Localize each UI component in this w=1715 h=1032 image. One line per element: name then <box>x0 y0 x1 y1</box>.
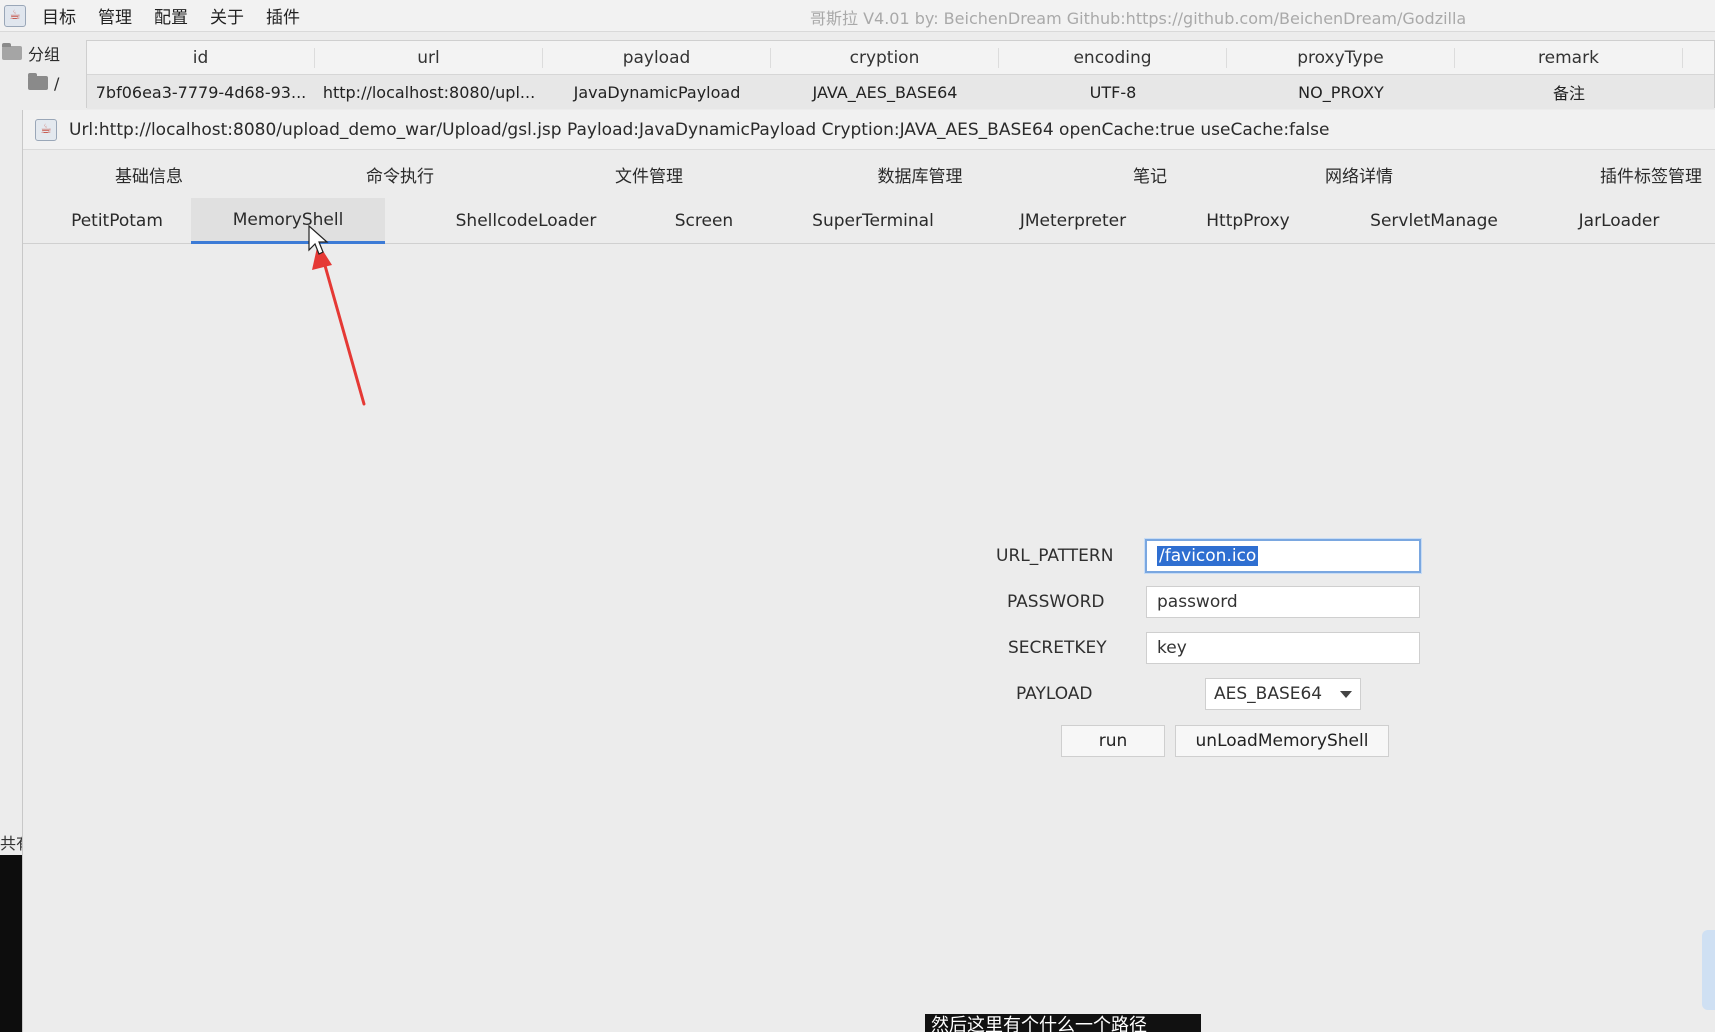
godzilla-window: ☕ 目标 管理 配置 关于 插件 哥斯拉 V4.01 by: BeichenDr… <box>0 0 1715 1032</box>
mouse-cursor-icon <box>308 224 329 255</box>
scrollbar-handle[interactable] <box>1702 930 1715 1010</box>
annotation-overlay <box>308 224 366 406</box>
dark-panel <box>0 855 22 1032</box>
video-subtitle: 然后这里有个什么一个路径 <box>925 1014 1201 1032</box>
annotation-arrow <box>312 243 366 406</box>
side-label: 共有 <box>0 834 22 853</box>
